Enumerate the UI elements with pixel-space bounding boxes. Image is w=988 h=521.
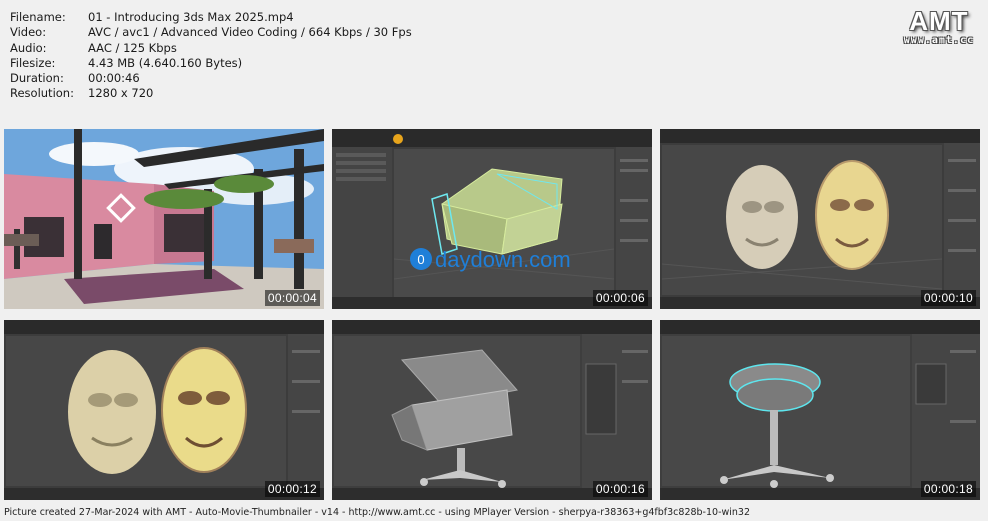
info-label: Resolution:: [10, 86, 74, 101]
thumbnail-3[interactable]: 00:00:10: [660, 129, 980, 309]
amt-logo: AMT www.amt.cc: [904, 6, 974, 46]
logo-title: AMT: [909, 6, 969, 36]
info-row-audio: Audio: AAC / 125 Kbps: [10, 41, 412, 56]
footer-credit: Picture created 27-Mar-2024 with AMT - A…: [4, 507, 751, 518]
timestamp: 00:00:06: [592, 290, 648, 306]
info-label: Audio:: [10, 40, 47, 55]
info-row-filesize: Filesize: 4.43 MB (4.640.160 Bytes): [10, 56, 412, 71]
thumbnail-6[interactable]: 00:00:18: [660, 320, 980, 500]
logo-url: www.amt.cc: [903, 35, 974, 46]
info-value: 01 - Introducing 3ds Max 2025.mp4: [88, 10, 294, 24]
info-value: AVC / avc1 / Advanced Video Coding / 664…: [88, 25, 412, 40]
thumbnail-scene: 0 daydown.com: [332, 129, 652, 309]
thumbnail-scene: [332, 320, 652, 500]
timestamp: 00:00:18: [920, 481, 976, 497]
timestamp: 00:00:04: [264, 290, 320, 306]
info-label: Duration:: [10, 71, 64, 86]
info-row-resolution: Resolution: 1280 x 720: [10, 86, 412, 101]
thumbnail-4[interactable]: 00:00:12: [4, 320, 324, 500]
thumbnail-scene: [660, 320, 980, 500]
thumbnail-scene: [4, 320, 324, 500]
info-label: Video:: [10, 25, 47, 40]
info-row-duration: Duration: 00:00:46: [10, 71, 412, 86]
info-value: 00:00:46: [88, 71, 140, 86]
svg-text:0: 0: [417, 252, 424, 267]
thumbnail-1[interactable]: 00:00:04: [4, 129, 324, 309]
timestamp: 00:00:16: [592, 481, 648, 497]
thumbnail-scene: [4, 129, 324, 309]
watermark-text: daydown.com: [435, 247, 571, 272]
thumbnail-2[interactable]: 0 daydown.com 00:00:06: [332, 129, 652, 309]
thumbnail-5[interactable]: 00:00:16: [332, 320, 652, 500]
info-row-video: Video: AVC / avc1 / Advanced Video Coding…: [10, 25, 412, 40]
info-label: Filename:: [10, 10, 66, 24]
info-value: 1280 x 720: [88, 86, 154, 101]
file-info: Filename: 01 - Introducing 3ds Max 2025.m…: [10, 10, 412, 102]
info-label: Filesize:: [10, 55, 56, 70]
info-value: 4.43 MB (4.640.160 Bytes): [88, 55, 243, 70]
info-row-filename: Filename: 01 - Introducing 3ds Max 2025.m…: [10, 10, 412, 25]
info-value: AAC / 125 Kbps: [88, 40, 177, 55]
thumbnail-scene: [660, 129, 980, 309]
timestamp: 00:00:10: [920, 290, 976, 306]
timestamp: 00:00:12: [264, 481, 320, 497]
